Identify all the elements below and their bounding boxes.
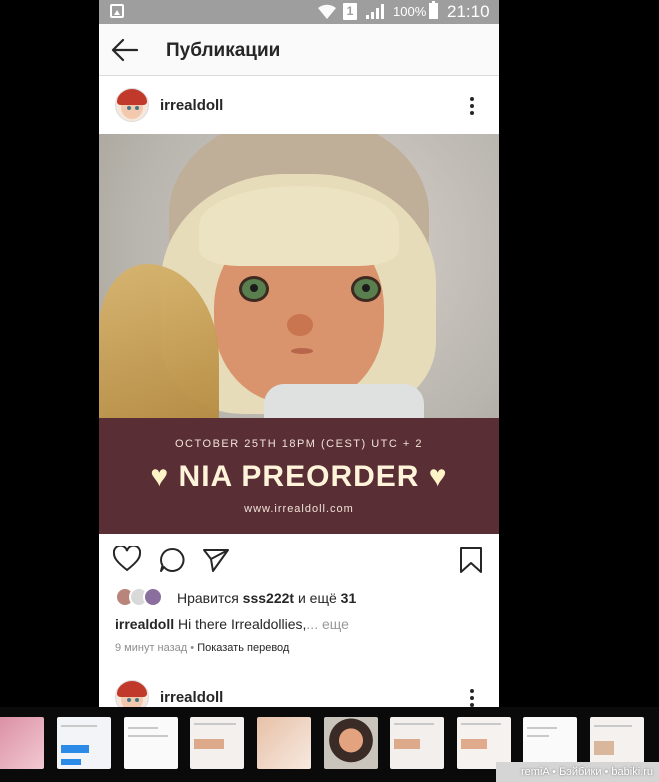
avatar[interactable]: [115, 680, 149, 707]
more-vertical-icon[interactable]: [467, 689, 477, 707]
sim-indicator: 1: [343, 3, 357, 20]
show-translation-link[interactable]: Показать перевод: [197, 642, 289, 654]
thumbnail[interactable]: [390, 717, 444, 769]
back-arrow-icon[interactable]: [111, 38, 139, 62]
next-post-header: irrealdoll: [99, 670, 499, 707]
liker-avatar: [143, 587, 163, 607]
thumbnail[interactable]: [257, 717, 311, 769]
post-photo[interactable]: [99, 134, 499, 418]
site-watermark: remiA • Бэйбики • babiki.ru: [496, 762, 659, 782]
banner-url: www.irrealdoll.com: [244, 503, 354, 515]
share-icon[interactable]: [202, 547, 230, 573]
banner-title: ♥ NIA PREORDER ♥: [99, 460, 499, 494]
thumbnail[interactable]: [190, 717, 244, 769]
more-vertical-icon[interactable]: [467, 97, 477, 118]
comment-icon[interactable]: [159, 547, 185, 573]
likes-text[interactable]: Нравится sss222t и ещё 31: [177, 590, 356, 606]
post-time: 9 минут назад: [115, 642, 188, 654]
status-bar: 1 100% 21:10: [99, 0, 499, 24]
bookmark-icon[interactable]: [459, 546, 483, 574]
image-notification-icon: [110, 4, 124, 18]
caption-username[interactable]: irrealdoll: [115, 616, 174, 632]
heart-glyph-left: ♥: [150, 460, 170, 493]
liker-username[interactable]: sss222t: [243, 590, 294, 606]
thumbnail[interactable]: [0, 717, 44, 769]
likes-row[interactable]: Нравится sss222t и ещё 31: [115, 586, 485, 610]
phone-screen: 1 100% 21:10 Публикации irrealdoll OCTOB…: [99, 0, 499, 707]
thumbnail[interactable]: [324, 717, 378, 769]
avatar[interactable]: [115, 88, 149, 122]
post-caption: irrealdoll Hi there Irrealdollies,... ещ…: [115, 616, 349, 632]
signal-icon: [366, 4, 384, 19]
banner-date: OCTOBER 25TH 18PM (CEST) UTC + 2: [175, 438, 423, 450]
post-actions: [99, 534, 499, 586]
preorder-banner: OCTOBER 25TH 18PM (CEST) UTC + 2 ♥ NIA P…: [99, 418, 499, 534]
thumbnail[interactable]: [124, 717, 178, 769]
post-meta: 9 минут назад • Показать перевод: [115, 642, 289, 654]
post-username[interactable]: irrealdoll: [160, 97, 223, 114]
caption-more-link[interactable]: ... еще: [306, 616, 349, 632]
likes-count[interactable]: 31: [341, 590, 357, 606]
page-title: Публикации: [166, 40, 281, 61]
next-post-username[interactable]: irrealdoll: [160, 689, 223, 706]
heart-glyph-right: ♥: [428, 460, 448, 493]
heart-outline-icon[interactable]: [113, 546, 141, 572]
post-header: irrealdoll: [99, 77, 499, 133]
meta-separator: •: [190, 642, 195, 654]
wifi-icon: [318, 4, 336, 19]
battery-icon: [429, 1, 438, 19]
caption-text: Hi there Irrealdollies,: [178, 616, 307, 632]
app-header: Публикации: [99, 24, 499, 76]
battery-percent: 100%: [393, 4, 427, 19]
banner-title-text: NIA PREORDER: [178, 460, 420, 493]
thumbnail[interactable]: [57, 717, 111, 769]
clock: 21:10: [447, 2, 490, 21]
